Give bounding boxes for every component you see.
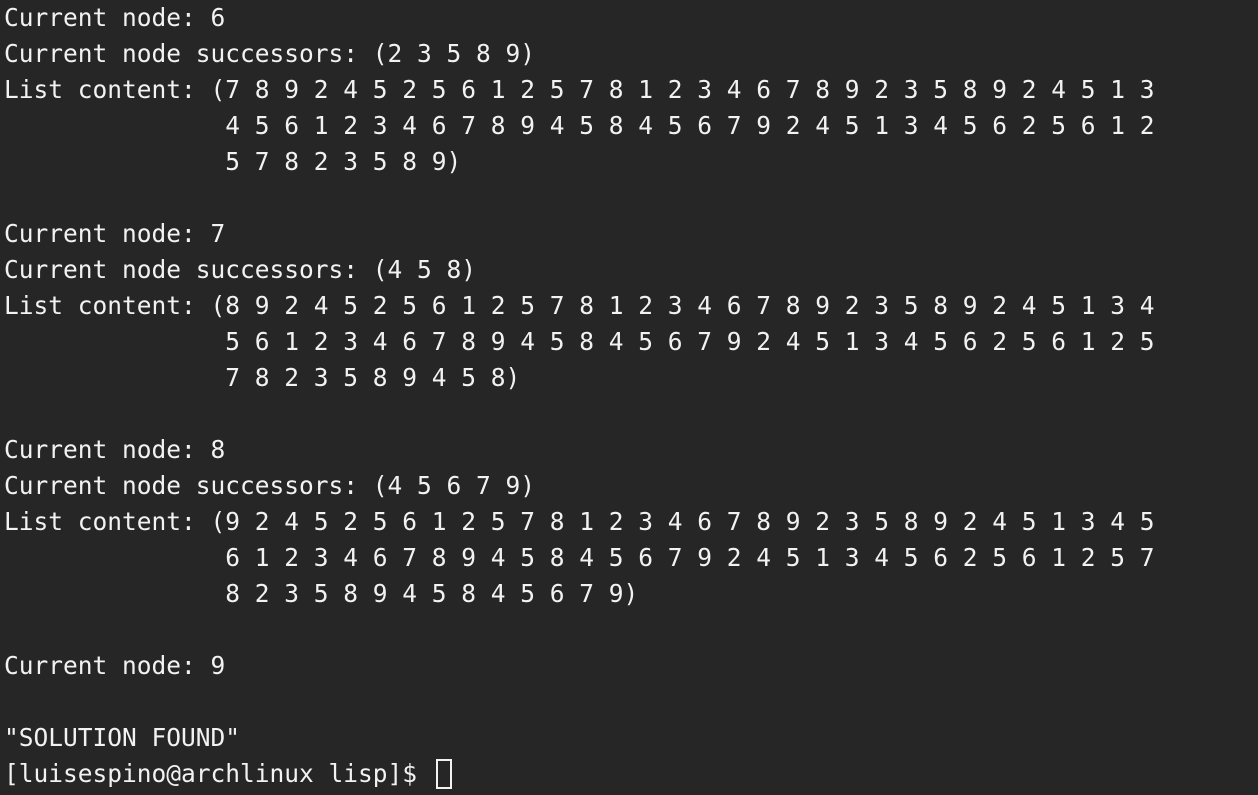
output-line: Current node: 6 — [4, 3, 226, 32]
output-line: 7 8 2 3 5 8 9 4 5 8) — [4, 363, 521, 392]
text-cursor[interactable] — [435, 759, 452, 789]
output-line: 5 7 8 2 3 5 8 9) — [4, 147, 462, 176]
terminal-output: Current node: 6 Current node successors:… — [4, 0, 1258, 756]
output-line: Current node: 8 — [4, 435, 226, 464]
output-line: Current node: 7 — [4, 219, 226, 248]
command-prompt-row[interactable]: [luisespino@archlinux lisp]$ — [4, 756, 1258, 792]
output-line: Current node: 9 — [4, 651, 226, 680]
output-line-blank — [4, 684, 1258, 720]
output-line: Current node successors: (2 3 5 8 9) — [4, 39, 536, 68]
output-line: Current node successors: (4 5 6 7 9) — [4, 471, 536, 500]
output-line: List content: (7 8 9 2 4 5 2 5 6 1 2 5 7… — [4, 75, 1155, 104]
output-line: 5 6 1 2 3 4 6 7 8 9 4 5 8 4 5 6 7 9 2 4 … — [4, 327, 1155, 356]
terminal-window[interactable]: Current node: 6 Current node successors:… — [0, 0, 1258, 795]
output-line: List content: (9 2 4 5 2 5 6 1 2 5 7 8 1… — [4, 507, 1155, 536]
output-line-blank — [4, 612, 1258, 648]
output-line: 6 1 2 3 4 6 7 8 9 4 5 8 4 5 6 7 9 2 4 5 … — [4, 543, 1155, 572]
output-line-blank — [4, 396, 1258, 432]
output-line: Current node successors: (4 5 8) — [4, 255, 477, 284]
output-line: "SOLUTION FOUND" — [4, 723, 241, 752]
output-line: 8 2 3 5 8 9 4 5 8 4 5 6 7 9) — [4, 579, 639, 608]
shell-prompt: [luisespino@archlinux lisp]$ — [4, 759, 432, 788]
output-line: 4 5 6 1 2 3 4 6 7 8 9 4 5 8 4 5 6 7 9 2 … — [4, 111, 1155, 140]
output-line: List content: (8 9 2 4 5 2 5 6 1 2 5 7 8… — [4, 291, 1155, 320]
output-line-blank — [4, 180, 1258, 216]
